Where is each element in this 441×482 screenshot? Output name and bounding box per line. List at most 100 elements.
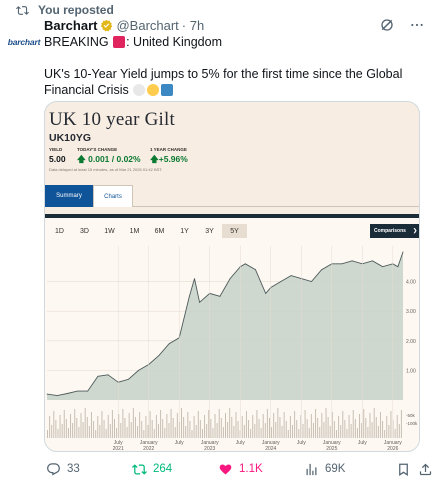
volume-bar — [53, 411, 55, 438]
volume-bar — [204, 415, 206, 438]
volume-bar — [306, 419, 308, 438]
volume-bar — [377, 426, 379, 438]
volume-bar — [227, 422, 229, 438]
tweet-time[interactable]: · 7h — [182, 18, 204, 33]
volume-bar — [170, 409, 172, 438]
repost-label: You reposted — [38, 3, 114, 17]
volume-bar — [191, 430, 193, 438]
volume-bar — [285, 421, 287, 438]
author-name[interactable]: Barchart — [44, 18, 97, 33]
volume-bar — [145, 416, 147, 438]
volume-bar — [55, 420, 57, 438]
volume-bar — [111, 410, 113, 438]
yield-area — [47, 251, 403, 400]
yield-point — [341, 263, 343, 265]
volume-bar — [124, 418, 126, 438]
yield-point — [280, 281, 282, 282]
y-tick-label: 4.00 — [406, 280, 416, 286]
volume-bar — [206, 424, 208, 438]
yield-point — [255, 269, 256, 271]
volume-bar — [350, 424, 352, 438]
breaking-line: BREAKING : United Kingdom — [44, 34, 222, 50]
yield-point — [351, 260, 353, 262]
views-button[interactable]: 69K — [304, 460, 345, 478]
avatar-logo-text: barchart — [7, 37, 41, 47]
x-tick-year: 2026 — [387, 446, 398, 452]
range-6m[interactable]: 6M — [147, 224, 172, 238]
volume-bar — [199, 420, 201, 438]
volume-bar — [101, 411, 103, 438]
volume-bar — [80, 413, 82, 438]
range-1w[interactable]: 1W — [97, 224, 122, 238]
volume-bar — [233, 426, 235, 438]
volume-bar — [373, 408, 375, 438]
media-card[interactable]: UK 10 year Gilt UK10YG YIELD TODAY'S CHA… — [44, 101, 420, 452]
volume-bar — [310, 414, 312, 438]
volume-bar — [183, 417, 185, 438]
breaking-country: : United Kingdom — [126, 35, 222, 49]
bookmark-button[interactable] — [396, 460, 411, 478]
volume-bar — [116, 428, 118, 438]
avatar[interactable]: barchart — [6, 24, 42, 60]
x-tick-label: July — [175, 440, 184, 446]
verified-badge-icon — [101, 19, 113, 31]
volume-bar — [114, 419, 116, 438]
volume-bar — [235, 412, 237, 438]
more-options-icon[interactable] — [409, 17, 425, 33]
volume-bar — [388, 425, 390, 438]
range-1y[interactable]: 1Y — [172, 224, 197, 238]
volume-tick-label: -50k — [406, 413, 416, 418]
volume-bar — [181, 408, 183, 438]
comparisons-button[interactable]: Comparisons ❯ — [370, 224, 419, 238]
volume-bar — [95, 430, 97, 438]
range-1d[interactable]: 1D — [47, 224, 72, 238]
volume-bar — [105, 429, 107, 438]
volume-bar — [348, 415, 350, 438]
volume-bar — [47, 430, 48, 438]
yield-point — [168, 343, 170, 345]
volume-bar — [321, 413, 323, 438]
breaking-label: BREAKING — [44, 35, 109, 49]
yield-point — [397, 266, 399, 268]
volume-bar — [208, 410, 210, 438]
volume-bar — [164, 428, 166, 438]
repost-button[interactable]: 264 — [132, 460, 172, 478]
grok-icon[interactable] — [379, 17, 395, 33]
volume-bar — [74, 409, 76, 438]
range-3y[interactable]: 3Y — [197, 224, 222, 238]
volume-bar — [166, 414, 168, 438]
volume-bar — [57, 429, 59, 438]
volume-bar — [315, 409, 317, 438]
share-button[interactable] — [418, 460, 433, 478]
view-count: 69K — [325, 463, 346, 475]
volume-bar — [356, 428, 358, 438]
volume-bar — [130, 422, 132, 438]
volume-bar — [126, 427, 128, 438]
range-1m[interactable]: 1M — [122, 224, 147, 238]
volume-bar — [193, 416, 195, 438]
volume-bar — [323, 422, 325, 438]
volume-bar — [59, 415, 61, 438]
yield-point — [199, 301, 200, 303]
yield-point — [127, 378, 129, 380]
reply-button[interactable]: 33 — [46, 460, 80, 478]
year-change: 🡅+5.96% — [150, 154, 188, 168]
volume-bar — [304, 410, 306, 438]
range-3d[interactable]: 3D — [72, 224, 97, 238]
up-arrow-icon: 🡅 — [77, 154, 86, 164]
like-button[interactable]: 1.1K — [218, 460, 263, 478]
range-5y[interactable]: 5Y — [222, 224, 247, 238]
tab-charts[interactable]: Charts — [93, 185, 133, 207]
volume-bar — [273, 413, 275, 438]
yield-point — [189, 295, 190, 297]
volume-bar — [308, 428, 310, 438]
volume-bar — [262, 414, 264, 438]
range-selector: 1D 3D 1W 1M 6M 1Y 3Y 5Y — [47, 224, 247, 238]
reply-count: 33 — [67, 463, 80, 475]
volume-bar — [292, 425, 294, 438]
volume-bar — [99, 425, 101, 438]
siren-emoji-icon — [113, 36, 126, 48]
tab-summary[interactable]: Summary — [45, 185, 93, 207]
volume-bar — [128, 413, 130, 438]
author-handle[interactable]: @Barchart — [116, 18, 178, 33]
